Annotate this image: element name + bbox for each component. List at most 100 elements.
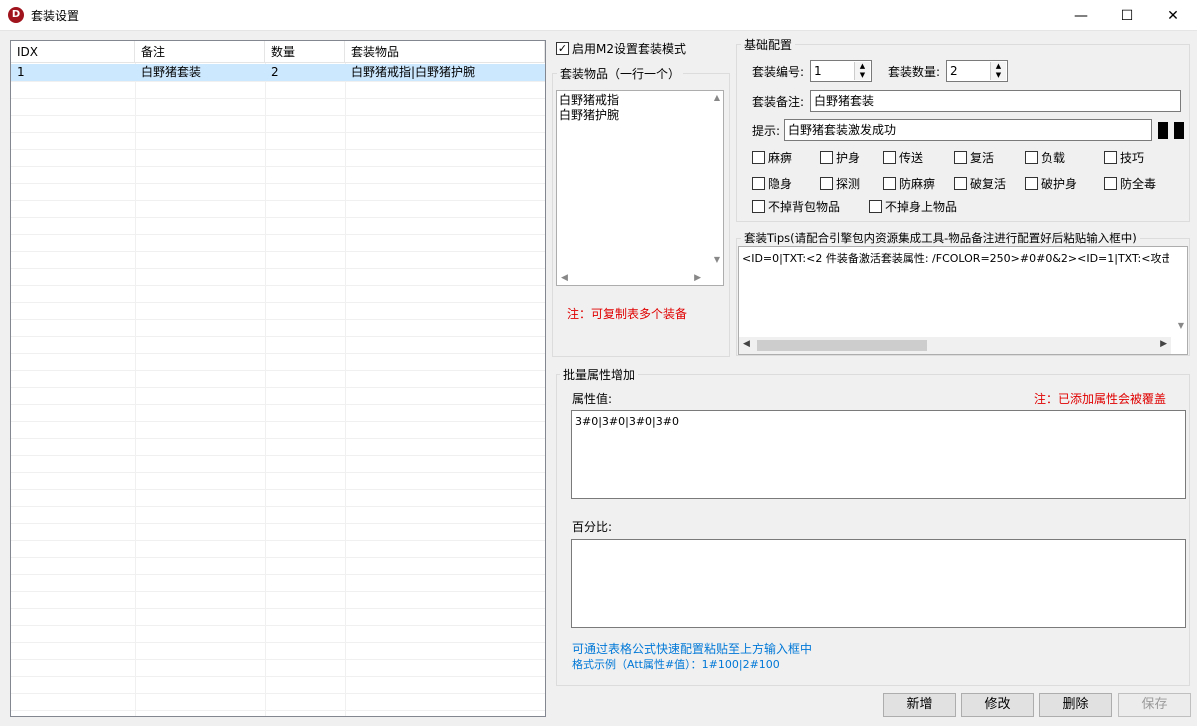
grid-row-line [11,506,545,507]
scroll-right-icon[interactable]: ▶ [694,273,701,283]
suit-count-stepper[interactable]: 2 ▲ ▼ [946,60,1008,82]
checkbox-bag-nodrop[interactable]: 不掉背包物品 [752,198,840,215]
grid-row-line [11,353,545,354]
color-swatch[interactable] [1174,122,1184,139]
enable-m2-checkbox[interactable]: ✓ 启用M2设置套装模式 [556,40,686,57]
spin-buttons[interactable]: ▲ ▼ [990,62,1006,80]
checkbox-tance[interactable]: 探测 [820,175,860,192]
spin-buttons[interactable]: ▲ ▼ [854,62,870,80]
spin-up-icon[interactable]: ▲ [991,62,1006,71]
checkbox-box[interactable] [752,200,765,213]
tips-text: <ID=0|TXT:<2 件装备激活套装属性: /FCOLOR=250>#0#0… [742,252,1169,265]
percent-textarea[interactable] [571,539,1186,628]
grid-row-line [11,659,545,660]
scroll-right-icon[interactable]: ▶ [1160,339,1167,349]
basic-config-label: 基础配置 [741,36,796,53]
column-header-count[interactable]: 数量 [265,41,345,63]
suit-note-field[interactable]: 白野猪套装 [810,90,1181,112]
grid-row-line [11,98,545,99]
checkbox-fangmabi[interactable]: 防麻痹 [883,175,935,192]
checkbox-box[interactable] [883,177,896,190]
close-button[interactable]: ✕ [1150,0,1196,31]
checkbox-mabi[interactable]: 麻痹 [752,149,792,166]
hint-line-2: 格式示例（Att属性#值）：1#100|2#100 [572,658,780,671]
attr-note: 注：已添加属性会被覆盖 [1034,392,1167,406]
h-scrollbar[interactable]: ◀ ▶ [739,337,1171,354]
column-header-note[interactable]: 备注 [135,41,265,63]
checkbox-hushen[interactable]: 护身 [820,149,860,166]
scroll-down-icon[interactable]: ▼ [714,255,720,264]
scroll-left-icon[interactable]: ◀ [561,273,568,283]
items-textarea[interactable]: 白野猪戒指 白野猪护腕 ▲ ▼ ◀ ▶ [556,90,724,286]
column-header-items[interactable]: 套装物品 [345,41,545,63]
grid-row-line [11,217,545,218]
suit-no-stepper[interactable]: 1 ▲ ▼ [810,60,872,82]
checkbox-pohushen[interactable]: 破护身 [1025,175,1077,192]
checkbox-fuzai[interactable]: 负载 [1025,149,1065,166]
checkbox-jiqiao[interactable]: 技巧 [1104,149,1144,166]
attr-textarea[interactable]: 3#0|3#0|3#0|3#0 [571,410,1186,499]
scroll-left-icon[interactable]: ◀ [743,339,750,349]
checkbox-box[interactable] [954,177,967,190]
modify-button[interactable]: 修改 [961,693,1034,717]
tips-textarea[interactable]: <ID=0|TXT:<2 件装备激活套装属性: /FCOLOR=250>#0#0… [738,246,1188,355]
grid-row-line [11,404,545,405]
maximize-button[interactable]: ☐ [1104,0,1150,31]
grid-row-line [11,132,545,133]
column-header-idx[interactable]: IDX [11,41,135,63]
checkbox-body-nodrop[interactable]: 不掉身上物品 [869,198,957,215]
minimize-button[interactable]: — [1058,0,1104,31]
checkbox-box[interactable] [820,177,833,190]
grid-row-line [11,336,545,337]
checkbox-fuhuo[interactable]: 复活 [954,149,994,166]
grid-row-line [11,166,545,167]
checkbox-label: 探测 [836,177,861,191]
scroll-thumb[interactable] [757,340,927,351]
checkbox-box[interactable] [752,177,765,190]
grid-col-line [265,63,266,716]
color-swatch[interactable] [1158,122,1168,139]
checkbox-box[interactable] [1104,177,1117,190]
cell-idx: 1 [17,65,25,79]
scroll-up-icon[interactable]: ▲ [714,93,720,102]
spin-down-icon[interactable]: ▼ [855,71,870,80]
scroll-down-icon[interactable]: ▼ [1178,321,1184,330]
grid-row-line [11,268,545,269]
grid-row-line [11,642,545,643]
cell-note: 白野猪套装 [141,65,202,79]
checkbox-label: 防麻痹 [899,177,936,191]
checkbox-box[interactable] [752,151,765,164]
suit-no-value: 1 [814,64,822,78]
spin-down-icon[interactable]: ▼ [991,71,1006,80]
checkbox-box[interactable] [820,151,833,164]
checkbox-box[interactable] [1104,151,1117,164]
title-bar: D 套装设置 — ☐ ✕ [0,0,1197,31]
grid-row-line [11,421,545,422]
maximize-icon: ☐ [1120,7,1134,24]
checkbox-fangquandu[interactable]: 防全毒 [1104,175,1156,192]
grid-row-line [11,455,545,456]
grid-row-line [11,319,545,320]
checkbox-box[interactable] [1025,177,1038,190]
table-row[interactable]: 1 白野猪套装 2 白野猪戒指|白野猪护腕 [11,64,545,81]
suit-grid[interactable]: IDX 备注 数量 套装物品 1 白野猪套装 2 白野猪戒指|白野猪护腕 [10,40,546,717]
checkbox-box[interactable] [954,151,967,164]
spin-up-icon[interactable]: ▲ [855,62,870,71]
tip-field[interactable]: 白野猪套装激发成功 [784,119,1152,141]
grid-row-line [11,149,545,150]
grid-row-line [11,302,545,303]
save-button[interactable]: 保存 [1118,693,1191,717]
checkbox-label: 不掉身上物品 [885,200,958,214]
checkbox-box[interactable] [883,151,896,164]
checkbox-chuansong[interactable]: 传送 [883,149,923,166]
grid-row-line [11,438,545,439]
grid-row-line [11,489,545,490]
checkbox-yinshen[interactable]: 隐身 [752,175,792,192]
checkbox-box[interactable] [869,200,882,213]
grid-row-line [11,115,545,116]
window-title: 套装设置 [31,9,80,23]
add-button[interactable]: 新增 [883,693,956,717]
checkbox-box[interactable] [1025,151,1038,164]
delete-button[interactable]: 删除 [1039,693,1112,717]
checkbox-pofuhuo[interactable]: 破复活 [954,175,1006,192]
